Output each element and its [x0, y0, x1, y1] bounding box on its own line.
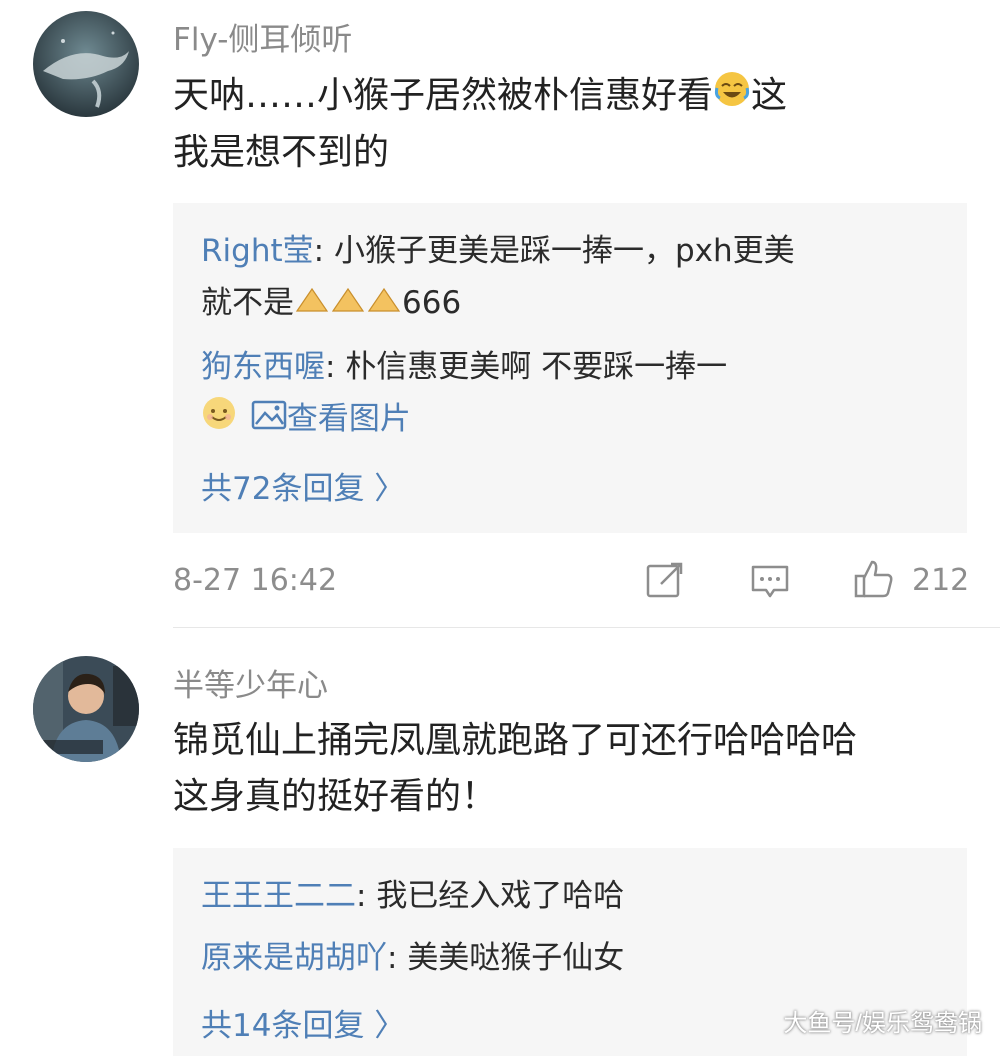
reply-username[interactable]: 原来是胡胡吖 — [201, 940, 387, 976]
reply-item[interactable]: 王王王二二: 我已经入戏了哈哈 — [201, 870, 941, 922]
clapping-hands-emoji-icon — [294, 279, 402, 331]
reply-username[interactable]: 狗东西喔 — [201, 349, 325, 385]
share-icon[interactable] — [645, 560, 685, 604]
comment-line: 我是想不到的 — [173, 132, 390, 173]
comment-card: Fly-侧耳倾听 天呐……小猴子居然被朴信惠好看这 我是想不到的 Right莹:… — [0, 0, 1000, 628]
smile-emoji-icon — [201, 395, 237, 447]
avatar[interactable] — [33, 11, 139, 117]
comment-text: 天呐……小猴子居然被朴信惠好看这 我是想不到的 — [173, 68, 973, 181]
comment-line: 锦觅仙上捅完凤凰就跑路了可还行哈哈哈哈 — [173, 720, 858, 761]
reply-text: 朴信惠更美啊 不要踩一捧一 — [345, 349, 728, 385]
reply-text: 美美哒猴子仙女 — [407, 940, 625, 976]
reply-separator: : — [325, 349, 346, 385]
username[interactable]: Fly-侧耳倾听 — [173, 14, 352, 59]
reply-item[interactable]: Right莹: 小猴子更美是踩一捧一，pxh更美 就不是 666 — [201, 225, 941, 331]
comment-line: 天呐……小猴子居然被朴信惠好看 — [173, 75, 714, 116]
reply-username[interactable]: 王王王二二 — [201, 878, 356, 914]
reply-item[interactable]: 狗东西喔: 朴信惠更美啊 不要踩一捧一 查看图片 — [201, 341, 941, 447]
reply-text: 就不是 — [201, 285, 294, 321]
reply-text: 666 — [402, 285, 462, 321]
laughing-crying-emoji-icon — [713, 69, 751, 125]
watermark: 大鱼号/娱乐鸳鸯锅 — [783, 1010, 982, 1037]
comment-card: 半等少年心 锦觅仙上捅完凤凰就跑路了可还行哈哈哈哈 这身真的挺好看的！ 王王王二… — [0, 628, 1000, 1056]
comment-line: 这身真的挺好看的！ — [173, 776, 498, 817]
reply-box[interactable]: Right莹: 小猴子更美是踩一捧一，pxh更美 就不是 666 狗东西喔: 朴信… — [173, 203, 967, 533]
reply-separator: : — [313, 233, 334, 269]
person-avatar-icon — [33, 656, 139, 762]
like-count: 212 — [912, 563, 970, 598]
image-icon — [251, 395, 287, 447]
thumbs-up-icon[interactable] — [853, 558, 895, 604]
comment-icon[interactable] — [750, 562, 790, 606]
whale-avatar-icon — [33, 11, 139, 117]
avatar[interactable] — [33, 656, 139, 762]
timestamp: 8-27 16:42 — [173, 563, 338, 598]
reply-text: 小猴子更美是踩一捧一，pxh更美 — [333, 233, 795, 269]
comment-text: 锦觅仙上捅完凤凰就跑路了可还行哈哈哈哈 这身真的挺好看的！ — [173, 713, 973, 825]
reply-separator: : — [356, 878, 377, 914]
username[interactable]: 半等少年心 — [173, 660, 328, 705]
reply-item[interactable]: 原来是胡胡吖: 美美哒猴子仙女 — [201, 932, 941, 984]
reply-text: 我已经入戏了哈哈 — [376, 878, 625, 914]
reply-username[interactable]: Right莹 — [201, 233, 314, 269]
reply-separator: : — [387, 940, 408, 976]
more-replies-link[interactable]: 共14条回复 〉 — [201, 1000, 405, 1045]
more-replies-link[interactable]: 共72条回复 〉 — [201, 463, 405, 508]
comment-line-tail: 这 — [751, 75, 788, 116]
view-image-link[interactable]: 查看图片 — [287, 401, 411, 437]
